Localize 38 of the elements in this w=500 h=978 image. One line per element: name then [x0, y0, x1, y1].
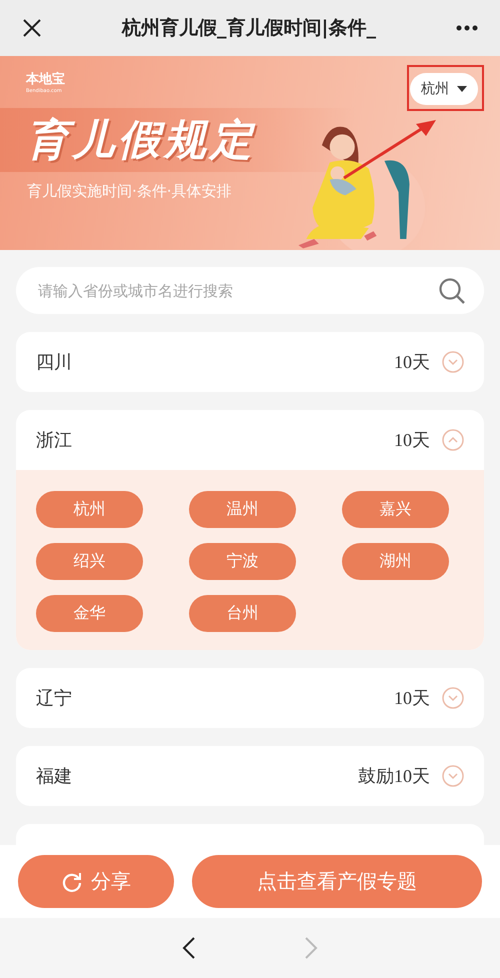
page-title: 杭州育儿假_育儿假时间|条件_ [120, 16, 377, 41]
expand-icon[interactable] [442, 351, 464, 373]
leave-days: 10天 [394, 350, 430, 374]
search-field[interactable]: 请输入省份或城市名进行搜索 [36, 280, 438, 300]
province-row[interactable]: 浙江 10天 [16, 410, 484, 470]
dropdown-icon [457, 86, 467, 92]
city-chip[interactable]: 湖州 [342, 543, 449, 580]
maternity-topic-button[interactable]: 点击查看产假专题 [192, 855, 482, 908]
collapse-icon[interactable] [442, 429, 464, 451]
province-row[interactable]: 福建 鼓励10天 [16, 746, 484, 806]
city-chip[interactable]: 绍兴 [36, 543, 143, 580]
province-name: 浙江 [36, 429, 73, 452]
logo: 本地宝 [26, 70, 66, 88]
leave-days: 10天 [394, 686, 430, 710]
city-chip[interactable]: 嘉兴 [342, 491, 449, 528]
banner-subtitle: 育儿假实施时间·条件·具体安排 [27, 182, 233, 201]
city-chip[interactable]: 杭州 [36, 491, 143, 528]
expand-icon[interactable] [442, 687, 464, 709]
city-chip[interactable]: 台州 [189, 595, 296, 632]
city-selector[interactable]: 杭州 [410, 73, 478, 105]
leave-days: 10天 [394, 428, 430, 452]
share-icon [61, 870, 83, 892]
more-icon[interactable] [456, 25, 478, 31]
province-name: 四川 [36, 351, 73, 374]
province-name: 辽宁 [36, 687, 73, 710]
expand-icon[interactable] [442, 765, 464, 787]
province-row[interactable]: 四川 10天 [16, 332, 484, 392]
search-icon[interactable] [438, 276, 466, 304]
close-icon[interactable] [22, 18, 42, 38]
province-row[interactable]: 辽宁 10天 [16, 668, 484, 728]
city-chip[interactable]: 金华 [36, 595, 143, 632]
share-button[interactable]: 分享 [18, 855, 174, 908]
city-chip[interactable]: 温州 [189, 491, 296, 528]
province-name: 福建 [36, 765, 73, 788]
banner-heading: 育儿假规定 [26, 114, 256, 166]
leave-days: 鼓励10天 [358, 764, 430, 788]
city-chip[interactable]: 宁波 [189, 543, 296, 580]
search-bar[interactable]: 请输入省份或城市名进行搜索 [16, 267, 484, 314]
